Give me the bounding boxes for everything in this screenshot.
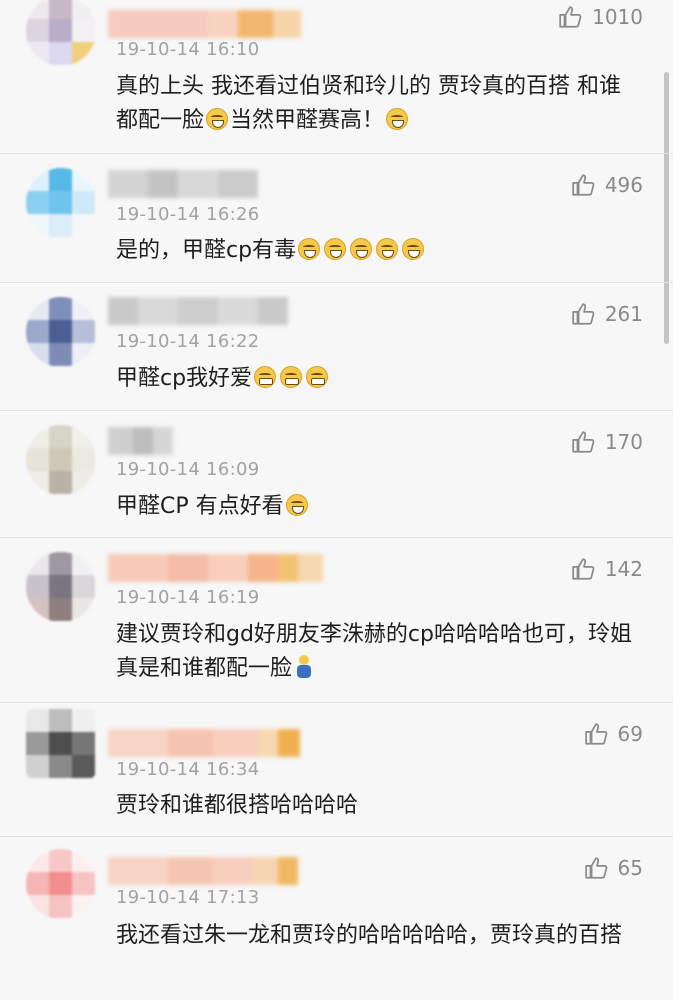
comment-text-main: 是的，甲醛cp有毒: [116, 238, 297, 263]
thumbs-up-icon: [572, 431, 595, 453]
like-button[interactable]: 261: [571, 301, 643, 327]
comment-item: 19-10-14 16:10 1010 真的上头 我还看过伯贤和玲儿的 贾玲真的…: [0, 0, 673, 154]
grin-icon: [306, 366, 329, 388]
comment-time: 19-10-14 17:13: [116, 887, 260, 908]
thumbs-up-icon: [584, 723, 607, 745]
comment-time: 19-10-14 16:34: [116, 759, 260, 780]
comment-time: 19-10-14 16:19: [116, 587, 260, 608]
like-count: 170: [604, 430, 643, 454]
like-count: 69: [617, 722, 643, 746]
comment-item: 19-10-14 16:09 170 甲醛CP 有点好看: [0, 411, 673, 538]
comment-text: 真的上头 我还看过伯贤和玲儿的 贾玲真的百搭 和谁都配一脸 当然甲醛赛高！: [116, 70, 636, 138]
comment-time: 19-10-14 16:26: [116, 204, 260, 225]
like-count: 496: [604, 173, 643, 197]
thumbs-up-icon: [584, 857, 607, 879]
laugh-cry-icon: [402, 238, 425, 260]
laugh-cry-icon: [324, 238, 347, 260]
laugh-cry-icon: [350, 238, 373, 260]
like-button[interactable]: 496: [571, 172, 643, 198]
username-redacted[interactable]: [108, 10, 301, 38]
comment-item: 19-10-14 16:34 69 贾玲和谁都很搭哈哈哈哈: [0, 703, 673, 837]
avatar[interactable]: [26, 709, 96, 779]
comment-time: 19-10-14 16:09: [116, 459, 260, 480]
like-count: 1010: [592, 5, 643, 29]
thumbs-up-icon: [572, 558, 595, 580]
avatar[interactable]: [26, 849, 96, 919]
avatar[interactable]: [26, 425, 96, 495]
username-redacted[interactable]: [108, 297, 288, 325]
like-button[interactable]: 142: [571, 556, 643, 582]
username-redacted[interactable]: [108, 554, 323, 582]
laugh-cry-icon: [298, 238, 321, 260]
avatar[interactable]: [26, 168, 96, 238]
comment-text: 贾玲和谁都很搭哈哈哈哈: [116, 789, 636, 823]
thumbs-up-icon: [572, 303, 595, 325]
laugh-cry-icon: [386, 108, 409, 130]
like-count: 65: [617, 856, 643, 880]
like-button[interactable]: 170: [571, 429, 643, 455]
grin-icon: [254, 366, 277, 388]
comment-item: 19-10-14 16:26 496 是的，甲醛cp有毒: [0, 154, 673, 283]
comment-text-tail: 当然甲醛赛高！: [230, 108, 385, 133]
comment-item: 19-10-14 16:19 142 建议贾玲和gd好朋友李洙赫的cp哈哈哈哈也…: [0, 538, 673, 703]
thumbs-up-icon: [572, 174, 595, 196]
avatar[interactable]: [26, 0, 96, 66]
like-button[interactable]: 1010: [558, 4, 643, 30]
grin-icon: [280, 366, 303, 388]
like-button[interactable]: 65: [584, 855, 643, 881]
like-count: 142: [604, 557, 643, 581]
comment-text-main: 贾玲和谁都很搭哈哈哈哈: [116, 793, 359, 818]
comment-text-main: 甲醛CP 有点好看: [116, 494, 284, 519]
like-count: 261: [604, 302, 643, 326]
username-redacted[interactable]: [108, 729, 300, 757]
avatar[interactable]: [26, 552, 96, 622]
avatar[interactable]: [26, 297, 96, 367]
comment-item: 19-10-14 16:22 261 甲醛cp我好爱: [0, 283, 673, 411]
comment-text-main: 建议贾玲和gd好朋友李洙赫的cp哈哈哈哈也可，玲姐真是和谁都配一脸: [116, 622, 632, 681]
comment-text: 建议贾玲和gd好朋友李洙赫的cp哈哈哈哈也可，玲姐真是和谁都配一脸: [116, 618, 636, 686]
comment-text: 是的，甲醛cp有毒: [116, 234, 636, 268]
username-redacted[interactable]: [108, 857, 298, 885]
comment-text: 甲醛cp我好爱: [116, 362, 636, 396]
like-button[interactable]: 69: [584, 721, 643, 747]
laugh-cry-icon: [376, 238, 399, 260]
comment-time: 19-10-14 16:10: [116, 39, 260, 60]
laugh-cry-icon: [206, 108, 229, 130]
comment-text: 我还看过朱一龙和贾玲的哈哈哈哈哈，贾玲真的百搭: [116, 919, 636, 953]
kneel-icon: [296, 655, 312, 679]
thumbs-up-icon: [559, 6, 582, 28]
username-redacted[interactable]: [108, 427, 173, 455]
username-redacted[interactable]: [108, 170, 258, 198]
comment-text: 甲醛CP 有点好看: [116, 490, 636, 524]
comment-time: 19-10-14 16:22: [116, 331, 260, 352]
comment-text-main: 我还看过朱一龙和贾玲的哈哈哈哈哈，贾玲真的百搭: [116, 923, 623, 948]
comment-item: 19-10-14 17:13 65 我还看过朱一龙和贾玲的哈哈哈哈哈，贾玲真的百…: [0, 837, 673, 1000]
comment-text-main: 甲醛cp我好爱: [116, 366, 253, 391]
laugh-cry-icon: [285, 494, 308, 516]
